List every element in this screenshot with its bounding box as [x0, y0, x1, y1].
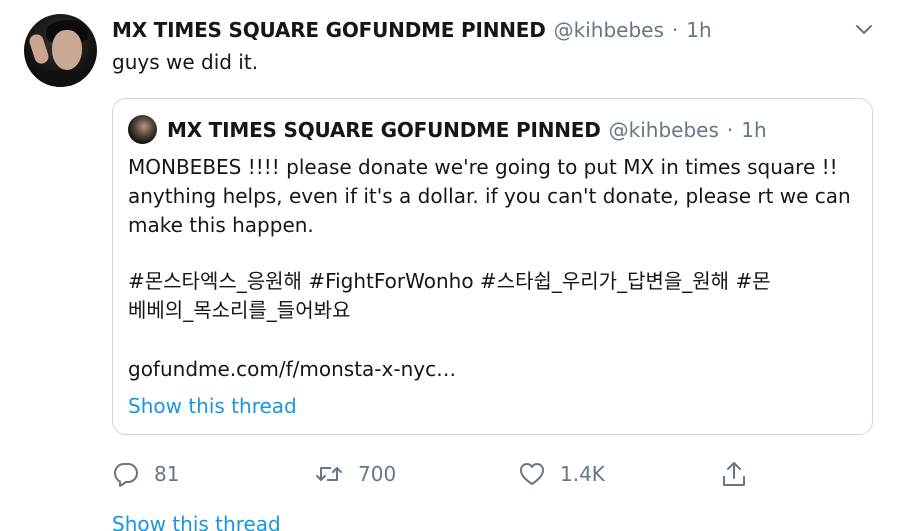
quoted-handle: @kihbebes: [608, 117, 719, 142]
timestamp[interactable]: 1h: [686, 18, 711, 42]
show-thread-link[interactable]: Show this thread: [112, 510, 281, 531]
reply-button[interactable]: 81: [112, 458, 179, 490]
retweet-button[interactable]: 700: [314, 458, 396, 490]
quoted-timestamp: 1h: [741, 117, 767, 142]
tweet-text: guys we did it.: [112, 50, 259, 74]
quoted-hashtags-line: 베베의_목소리를_들어봐요: [128, 298, 351, 322]
quoted-text-line: MONBEBES !!!! please donate we're going …: [128, 155, 838, 179]
avatar-shoulders: [34, 70, 90, 87]
share-button[interactable]: [720, 458, 748, 490]
heart-icon: [518, 460, 546, 488]
dot-separator: ·: [671, 18, 679, 42]
quoted-text-line: make this happen.: [128, 213, 314, 237]
quoted-header: MX TIMES SQUARE GOFUNDME PINNED @kihbebe…: [167, 115, 767, 144]
avatar[interactable]: [24, 14, 97, 87]
display-name[interactable]: MX TIMES SQUARE GOFUNDME PINNED: [112, 18, 546, 42]
quoted-tweet[interactable]: MX TIMES SQUARE GOFUNDME PINNED @kihbebe…: [112, 98, 873, 435]
quoted-avatar: [128, 115, 157, 144]
avatar-face: [52, 30, 82, 70]
quoted-text: MONBEBES !!!! please donate we're going …: [128, 153, 853, 384]
tweet[interactable]: MX TIMES SQUARE GOFUNDME PINNED @kihbebe…: [0, 0, 917, 531]
retweet-count: 700: [358, 462, 397, 486]
tweet-header: MX TIMES SQUARE GOFUNDME PINNED @kihbebe…: [112, 16, 712, 44]
reply-count: 81: [154, 462, 180, 486]
chevron-down-icon[interactable]: [852, 19, 876, 41]
quoted-hashtags-line: #몬스타엑스_응원해 #FightForWonho #스타쉽_우리가_답변을_원…: [128, 269, 771, 293]
share-icon: [720, 460, 748, 488]
quoted-show-thread-link[interactable]: Show this thread: [128, 392, 297, 420]
like-button[interactable]: 1.4K: [518, 458, 605, 490]
reply-icon: [112, 460, 140, 488]
retweet-icon: [314, 460, 344, 488]
quoted-text-line: anything helps, even if it's a dollar. i…: [128, 184, 851, 208]
quoted-dot-separator: ·: [726, 117, 734, 142]
action-bar: 81 700 1.4K: [112, 458, 752, 490]
quoted-link: gofundme.com/f/monsta-x-nyc…: [128, 357, 457, 381]
like-count: 1.4K: [560, 462, 605, 486]
quoted-display-name: MX TIMES SQUARE GOFUNDME PINNED: [167, 117, 601, 142]
handle[interactable]: @kihbebes: [554, 18, 664, 42]
